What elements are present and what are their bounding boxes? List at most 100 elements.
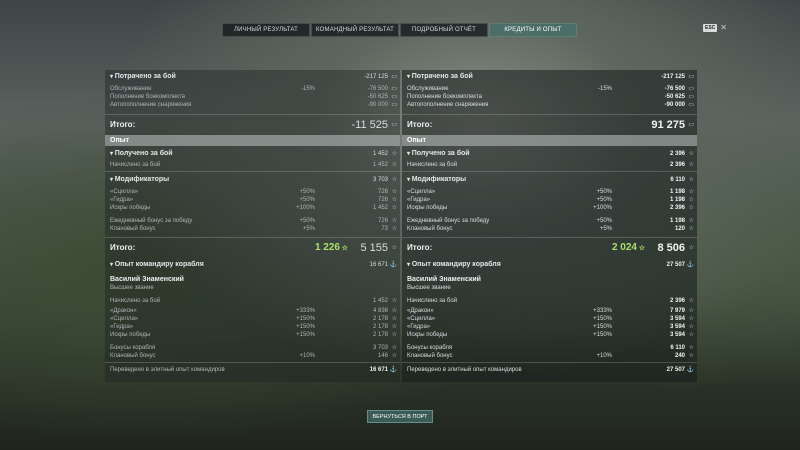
row-label: «Дракон» [407,307,434,314]
free-xp-icon: ☆ [341,244,348,252]
row-label: «Сцилла» [407,188,436,195]
row-value: 1 452 [372,297,388,304]
row-value: 1 452 [372,150,388,157]
row-value: -217 125 [661,73,685,80]
xp-star-icon: ☆ [391,324,397,330]
xp-star-icon: ☆ [688,324,694,330]
row-value: 5 155 [360,241,388,254]
xp-star-icon: ☆ [688,345,694,351]
spent-header[interactable]: Потрачено за бой -217 125▭ [105,72,400,81]
commander-rank: Высшее звание [105,283,400,292]
row-percent: +5% [599,225,612,232]
row-value: 2 396 [669,150,685,157]
basic-account-panel: Потрачено за бой-217 125▭ Обслуживание-1… [105,70,400,382]
xp-star-icon: ☆ [688,226,694,232]
credits-icon: ▭ [688,74,694,80]
row-percent: +10% [299,352,315,359]
row-value: -50 625 [367,93,388,100]
xp-star-icon: ☆ [391,226,397,232]
credits-icon: ▭ [391,74,397,80]
row-label: Клановый бонус [407,352,453,359]
row-value: 2 396 [669,297,685,304]
xp-star-icon: ☆ [688,332,694,338]
elite-xp-row: Переведено в элитный опыт командиров 16 6… [105,365,400,374]
commander-xp-header[interactable]: Опыт командиру корабля 27 507⚓ [402,260,697,269]
credits-total-row: Итого: 91 275 ▭ [402,119,697,131]
row-value: 73 [381,225,388,232]
commander-rank: Высшее звание [402,283,697,292]
xp-star-icon: ☆ [688,218,694,224]
xp-star-icon: ☆ [688,308,694,314]
row-label: Автопополнение снаряжения [110,101,192,108]
modifier-row: Искры победы +100% 2 396 ☆ [402,203,697,212]
modifiers-header[interactable]: Модификаторы 6 110☆ [402,175,697,184]
spent-header[interactable]: Потрачено за бой -217 125▭ [402,72,697,81]
row-percent: +150% [296,323,315,330]
row-value: 1 452 [372,161,388,168]
row-label: Итого: [407,120,433,129]
xp-star-icon: ☆ [391,189,397,195]
premium-account-panel: Потрачено за бой-217 125▭ Обслуживание-1… [402,70,697,382]
commander-row: Искры победы +150% 2 178 ☆ [105,330,400,339]
earned-header[interactable]: Получено за бой 2 396☆ [402,149,697,158]
close-icon[interactable]: ✕ [720,24,727,32]
row-percent: +150% [296,315,315,322]
row-label: Обслуживание [407,85,449,92]
divider [105,171,400,172]
xp-star-icon: ☆ [391,245,397,251]
divider [402,237,697,238]
tab-detailed-report[interactable]: ПОДРОБНЫЙ ОТЧЁТ [400,23,488,37]
row-label: «Гидра» [407,196,431,203]
commander-row: Начислено за бой 1 452 ☆ [105,296,400,305]
row-value: 726 [377,196,388,203]
commander-row: Искры победы +150% 3 594 ☆ [402,330,697,339]
row-label: Начислено за бой [110,161,161,168]
row-value: 6 110 [670,176,685,183]
tab-personal-result[interactable]: ЛИЧНЫЙ РЕЗУЛЬТАТ [222,23,310,37]
commander-row: Клановый бонус +10% 240 ☆ [402,351,697,360]
row-percent: +150% [296,331,315,338]
tab-team-result[interactable]: КОМАНДНЫЙ РЕЗУЛЬТАТ [311,23,399,37]
row-value: 2 178 [372,315,388,322]
row-label: «Гидра» [407,323,431,330]
row-label: Ежедневный бонус за победу [407,217,490,224]
row-percent: +50% [299,217,315,224]
free-xp-value: 2 024 [611,242,637,253]
row-label: Клановый бонус [110,225,156,232]
row-percent: +50% [299,188,315,195]
xp-star-icon: ☆ [688,205,694,211]
row-label: «Гидра» [110,323,134,330]
row-value: 8 506 [657,241,685,254]
xp-section-bar: Опыт [402,135,697,146]
xp-star-icon: ☆ [688,353,694,359]
commander-xp-header[interactable]: Опыт командиру корабля 16 671⚓ [105,260,400,269]
row-value: 3 594 [669,315,685,322]
return-to-port-button[interactable]: ВЕРНУТЬСЯ В ПОРТ [367,410,433,423]
row-value: -50 625 [664,93,685,100]
earned-row: Начислено за бой 2 396 ☆ [402,160,697,169]
modifiers-header[interactable]: Модификаторы 3 703☆ [105,175,400,184]
esc-key-badge: ESC [703,24,718,32]
xp-star-icon: ☆ [391,162,397,168]
credits-icon: ▭ [391,86,397,92]
row-value: 2 396 [669,161,685,168]
row-label: Обслуживание [110,85,152,92]
xp-star-icon: ☆ [391,345,397,351]
row-value: 2 178 [372,323,388,330]
result-tabs: ЛИЧНЫЙ РЕЗУЛЬТАТ КОМАНДНЫЙ РЕЗУЛЬТАТ ПОД… [222,23,578,37]
credits-icon: ▭ [688,122,694,128]
divider [105,114,400,115]
row-value: 1 198 [669,188,685,195]
earned-header[interactable]: Получено за бой 1 452☆ [105,149,400,158]
xp-star-icon: ☆ [391,332,397,338]
row-label: Автопополнение снаряжения [407,101,489,108]
credits-icon: ▭ [688,94,694,100]
row-value: 6 110 [670,344,685,351]
row-label: Начислено за бой [407,297,458,304]
close-control[interactable]: ESC ✕ [703,24,727,32]
row-label: Переведено в элитный опыт командиров [110,366,225,373]
row-percent: +100% [296,204,315,211]
tab-credits-and-xp[interactable]: КРЕДИТЫ И ОПЫТ [489,23,577,37]
row-value: 7 979 [669,307,685,314]
row-value: 726 [377,217,388,224]
